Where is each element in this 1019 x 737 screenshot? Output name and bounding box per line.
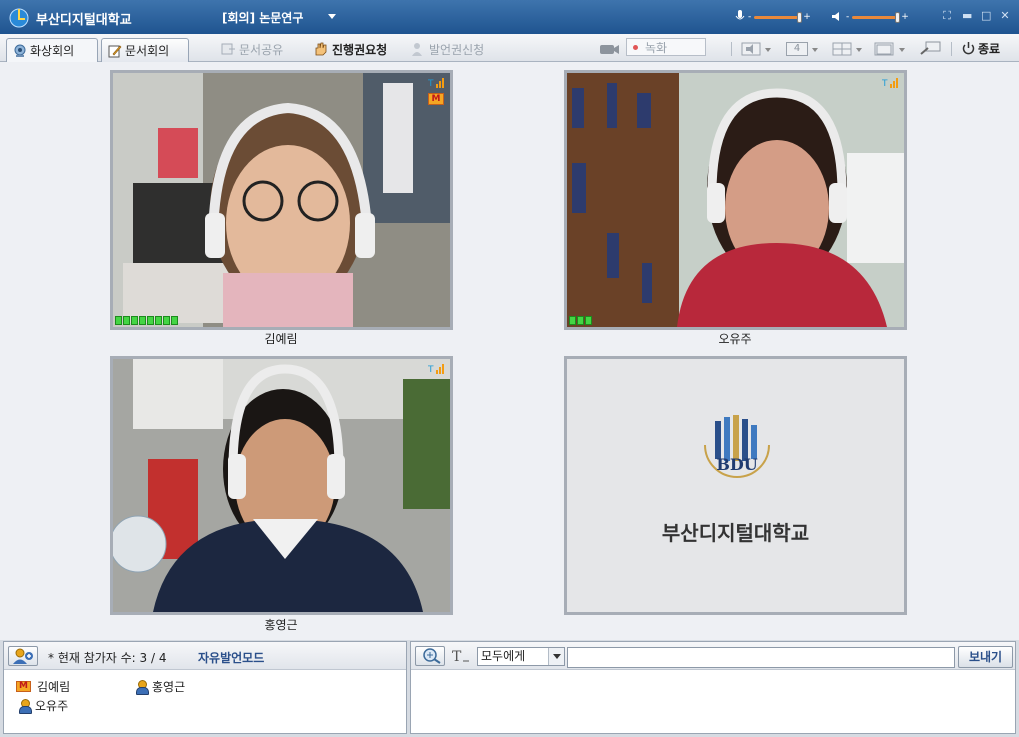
speaker-volume-slider[interactable]: - + xyxy=(846,11,909,23)
moderator-icon: M xyxy=(16,681,31,692)
participants-panel: * 현재 참가자 수: 3 / 4 자유발언모드 M 김예림 홍영근 오유주 xyxy=(3,641,407,734)
video-tile-3[interactable]: T xyxy=(110,356,453,615)
chat-message-input[interactable] xyxy=(567,647,955,668)
video-grid: T M 김예림 T 오유주 T 홍영근 BDU 부산디지털대학교 xyxy=(0,62,1019,640)
toolbar: 화상회의 문서회의 문서공유 진행권요청 발언권신청 녹화 4 종료 xyxy=(0,34,1019,62)
participant-name: 홍영근 xyxy=(264,618,298,632)
send-button[interactable]: 보내기 xyxy=(958,646,1013,668)
screen-icon[interactable] xyxy=(741,42,763,56)
layout-count-button[interactable]: 4 xyxy=(786,42,808,56)
user-icon xyxy=(136,679,149,695)
tab-label: 문서회의 xyxy=(125,44,170,58)
participant-name: 김예림 xyxy=(37,680,71,694)
tab-label: 화상회의 xyxy=(30,44,75,58)
request-speech-button[interactable]: 발언권신청 xyxy=(410,40,484,58)
participant-video xyxy=(113,73,450,327)
webcam-icon xyxy=(14,44,26,57)
chat-target-select[interactable]: 모두에게 xyxy=(477,647,565,666)
school-name: 부산디지털대학교 xyxy=(661,521,810,545)
share-doc-label: 문서공유 xyxy=(239,42,284,57)
svg-text:T: T xyxy=(428,79,434,88)
document-edit-icon xyxy=(108,45,122,57)
empty-video-slot: BDU 부산디지털대학교 xyxy=(564,356,907,615)
chat-zoom-button[interactable] xyxy=(415,646,445,666)
exit-label: 종료 xyxy=(978,41,1001,56)
meeting-dropdown-icon[interactable] xyxy=(328,14,336,19)
mic-volume-slider[interactable]: - + xyxy=(748,11,811,23)
chat-messages xyxy=(411,671,1015,733)
svg-text:T: T xyxy=(428,365,434,374)
screen-dropdown-icon[interactable] xyxy=(765,48,771,52)
record-label: 녹화 xyxy=(645,40,668,55)
participants-header: * 현재 참가자 수: 3 / 4 자유발언모드 xyxy=(4,642,406,670)
signal-icon: T xyxy=(882,78,898,88)
fit-screen-dropdown-icon[interactable] xyxy=(899,48,905,52)
video-tile-1[interactable]: T M xyxy=(110,70,453,330)
power-icon xyxy=(962,42,975,55)
participant-item[interactable]: 오유주 xyxy=(19,697,68,714)
school-logo-icon: BDU xyxy=(704,415,770,478)
share-doc-button[interactable]: 문서공유 xyxy=(220,40,283,58)
fit-screen-icon[interactable] xyxy=(874,42,894,56)
video-camera-icon[interactable] xyxy=(598,42,620,56)
app-logo-icon xyxy=(9,8,29,28)
participant-name: 홍영근 xyxy=(152,680,186,694)
tab-video-conference[interactable]: 화상회의 xyxy=(6,38,98,62)
layout-count-dropdown-icon[interactable] xyxy=(812,48,818,52)
grid-layout-icon[interactable] xyxy=(832,42,852,56)
app-title: 부산디지털대학교 xyxy=(36,13,132,28)
grid-layout-dropdown-icon[interactable] xyxy=(856,48,862,52)
person-speech-icon xyxy=(412,43,422,56)
speaker-icon xyxy=(832,12,839,21)
participant-name: 오유주 xyxy=(35,699,69,713)
tab-document-conference[interactable]: 문서회의 xyxy=(101,38,189,62)
user-icon xyxy=(19,698,32,714)
participant-item[interactable]: M 김예림 xyxy=(16,678,70,695)
title-bar: 부산디지털대학교 [회의] 논문연구 - + - + ⛶ ▬ □ ✕ xyxy=(0,0,1019,34)
chat-panel: T 모두에게 보내기 xyxy=(410,641,1016,734)
svg-text:T: T xyxy=(452,649,462,664)
maximize-icon[interactable]: □ xyxy=(981,10,991,21)
fullscreen-icon[interactable]: ⛶ xyxy=(942,10,952,21)
participant-name: 오유주 xyxy=(718,332,752,346)
logo-text: BDU xyxy=(716,455,757,474)
participant-video xyxy=(567,73,904,327)
close-icon[interactable]: ✕ xyxy=(1000,10,1010,21)
request-speech-label: 발언권신청 xyxy=(429,42,485,57)
share-doc-icon xyxy=(221,43,235,55)
participant-count: * 현재 참가자 수: 3 / 4 xyxy=(48,651,167,665)
magnifier-icon xyxy=(423,648,441,664)
moderator-badge-icon: M xyxy=(428,93,444,105)
chevron-down-icon[interactable] xyxy=(548,648,564,665)
chat-toolbar: T 모두에게 보내기 xyxy=(411,642,1015,670)
mic-icon xyxy=(735,10,745,20)
exit-button[interactable]: 종료 xyxy=(962,39,1000,57)
settings-key-icon[interactable] xyxy=(920,40,942,56)
add-user-icon xyxy=(13,648,33,664)
meeting-title[interactable]: [회의] 논문연구 xyxy=(222,9,303,26)
signal-icon: T xyxy=(428,78,444,88)
chat-target-value: 모두에게 xyxy=(481,649,526,663)
record-button[interactable]: 녹화 xyxy=(626,38,706,56)
participant-video xyxy=(113,359,450,612)
request-control-label: 진행권요청 xyxy=(332,42,388,57)
audio-level-meter xyxy=(115,316,179,325)
toolbar-divider xyxy=(951,42,952,56)
font-style-icon[interactable]: T xyxy=(451,648,471,664)
participant-name: 김예림 xyxy=(264,332,298,346)
participant-item[interactable]: 홍영근 xyxy=(136,678,185,695)
minimize-icon[interactable]: ▬ xyxy=(962,10,972,21)
record-dot-icon xyxy=(633,44,638,50)
invite-button[interactable] xyxy=(8,646,38,666)
request-control-button[interactable]: 진행권요청 xyxy=(313,40,387,58)
signal-icon: T xyxy=(428,364,444,374)
hand-icon xyxy=(315,42,327,56)
speaking-mode: 자유발언모드 xyxy=(198,651,265,665)
video-tile-2[interactable]: T xyxy=(564,70,907,330)
toolbar-divider xyxy=(731,42,732,56)
svg-text:T: T xyxy=(882,79,888,88)
audio-level-meter xyxy=(569,316,593,325)
